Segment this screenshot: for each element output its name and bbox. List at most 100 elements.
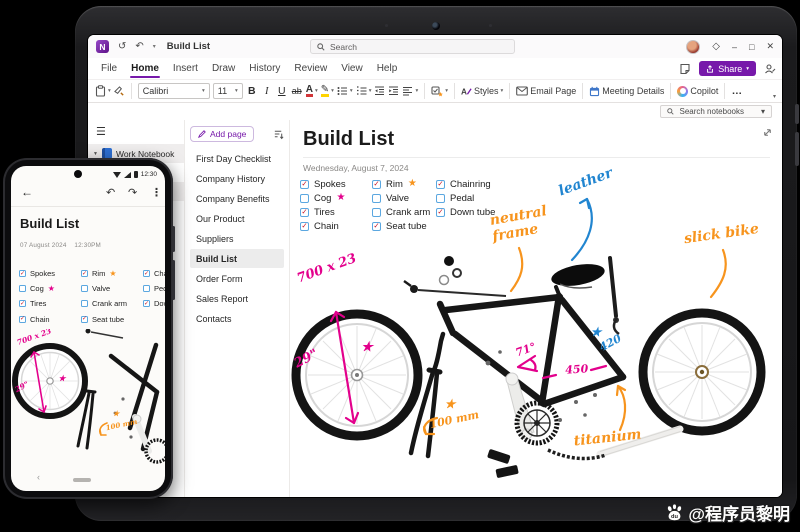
checked-checkbox[interactable]: ✓ — [300, 222, 309, 231]
unchecked-checkbox[interactable] — [372, 194, 381, 203]
onenote-app-icon[interactable]: N — [96, 40, 109, 53]
search-notebooks-input[interactable]: Search notebooks ▾ — [660, 105, 772, 118]
checked-checkbox[interactable]: ✓ — [19, 300, 26, 307]
redo-icon[interactable]: ↷ — [128, 186, 137, 199]
unchecked-checkbox[interactable] — [372, 208, 381, 217]
format-painter-icon[interactable] — [114, 86, 125, 97]
expand-page-icon[interactable] — [762, 127, 773, 138]
unchecked-checkbox[interactable] — [300, 194, 309, 203]
unchecked-checkbox[interactable] — [19, 285, 26, 292]
checklist-item[interactable]: ✓Tires — [300, 205, 370, 219]
checklist-item[interactable]: ✓Chainring — [436, 177, 506, 191]
search-input[interactable]: Search — [310, 39, 515, 54]
styles-button[interactable]: A Styles▾ — [461, 86, 503, 97]
page-list-item[interactable]: Build List — [190, 249, 284, 268]
catch-up-person-icon[interactable] — [764, 63, 776, 75]
page-list-item[interactable]: Sales Report — [190, 289, 284, 308]
back-arrow-icon[interactable]: ← — [21, 185, 33, 199]
menu-item-insert[interactable]: Insert — [166, 60, 205, 77]
unchecked-checkbox[interactable] — [143, 285, 150, 292]
checked-checkbox[interactable]: ✓ — [372, 180, 381, 189]
add-page-button[interactable]: Add page — [190, 126, 254, 142]
checked-checkbox[interactable]: ✓ — [19, 270, 26, 277]
checklist-item[interactable]: ✓Rim★ — [81, 266, 143, 281]
strikethrough-button[interactable]: ab — [291, 86, 303, 96]
numbered-list-button[interactable]: ▾ — [356, 86, 372, 96]
font-color-button[interactable]: A▾ — [306, 86, 318, 97]
email-page-button[interactable]: Email Page — [516, 86, 576, 96]
more-commands-button[interactable]: … — [731, 85, 743, 97]
decrease-indent-icon[interactable] — [374, 86, 385, 96]
tag-button[interactable]: ▾ — [431, 86, 448, 97]
bullet-list-button[interactable]: ▾ — [337, 86, 353, 96]
checklist-item[interactable]: Pedal — [436, 191, 506, 205]
checked-checkbox[interactable]: ✓ — [143, 270, 150, 277]
phone-home-pill[interactable] — [73, 478, 91, 482]
note-feed-icon[interactable] — [679, 63, 691, 75]
undo-icon[interactable]: ↶ — [106, 186, 115, 199]
checklist-item[interactable]: Valve — [372, 191, 442, 205]
menu-item-draw[interactable]: Draw — [205, 60, 242, 77]
user-avatar[interactable] — [686, 40, 700, 54]
checklist-item[interactable]: ✓Down tube — [143, 296, 165, 311]
checklist-item[interactable]: ✓Seat tube — [372, 219, 442, 233]
maximize-button[interactable]: □ — [749, 42, 754, 52]
page-list-item[interactable]: Our Product — [190, 209, 284, 228]
checklist-item[interactable]: ✓Rim★ — [372, 177, 442, 191]
menu-item-review[interactable]: Review — [287, 60, 334, 77]
phone-nav-back-icon[interactable]: ‹ — [37, 472, 40, 482]
page-list-item[interactable]: Order Form — [190, 269, 284, 288]
font-size-select[interactable]: 11▾ — [213, 83, 243, 99]
menu-item-history[interactable]: History — [242, 60, 287, 77]
checked-checkbox[interactable]: ✓ — [143, 300, 150, 307]
checklist-item[interactable]: ✓Chain — [19, 312, 81, 327]
menu-item-help[interactable]: Help — [370, 60, 405, 77]
alignment-button[interactable]: ▾ — [402, 86, 418, 96]
italic-button[interactable]: I — [261, 86, 273, 97]
ribbon-collapse-icon[interactable]: ▾ — [773, 93, 776, 100]
back-icon[interactable]: ↺ — [118, 41, 126, 52]
unchecked-checkbox[interactable] — [81, 300, 88, 307]
checklist-item[interactable]: Crank arm — [372, 205, 442, 219]
sort-icon[interactable] — [273, 129, 284, 140]
checklist-item[interactable]: ✓Down tube — [436, 205, 506, 219]
copilot-button[interactable]: Copilot — [677, 86, 718, 97]
checklist-item[interactable]: Pedal — [143, 281, 165, 296]
checked-checkbox[interactable]: ✓ — [300, 180, 309, 189]
page-list-item[interactable]: Contacts — [190, 309, 284, 328]
page-list-item[interactable]: Suppliers — [190, 229, 284, 248]
underline-button[interactable]: U — [276, 85, 288, 97]
checklist-item[interactable]: ✓Spokes — [300, 177, 370, 191]
paste-button[interactable]: ▾ — [95, 85, 111, 97]
checked-checkbox[interactable]: ✓ — [436, 180, 445, 189]
overflow-menu-icon[interactable]: ⋮ — [151, 186, 162, 199]
checked-checkbox[interactable]: ✓ — [81, 316, 88, 323]
checklist-item[interactable]: ✓Chainring — [143, 266, 165, 281]
unchecked-checkbox[interactable] — [436, 194, 445, 203]
meeting-details-button[interactable]: Meeting Details — [589, 86, 664, 97]
checklist-item[interactable]: ✓Spokes — [19, 266, 81, 281]
page-title[interactable]: Build List — [303, 128, 394, 151]
checklist-item[interactable]: ✓Tires — [19, 296, 81, 311]
bold-button[interactable]: B — [246, 85, 258, 97]
menu-item-view[interactable]: View — [334, 60, 370, 77]
checklist-item[interactable]: Cog★ — [300, 191, 370, 205]
undo-icon[interactable]: ↶ — [135, 41, 143, 52]
phone-page-title[interactable]: Build List — [20, 216, 79, 231]
checklist-item[interactable]: Cog★ — [19, 281, 81, 296]
checklist-item[interactable]: ✓Chain — [300, 219, 370, 233]
quick-access-toolbar-icon[interactable]: ▾ — [153, 43, 156, 50]
checked-checkbox[interactable]: ✓ — [19, 316, 26, 323]
page-list-item[interactable]: First Day Checklist — [190, 149, 284, 168]
checklist-item[interactable]: Valve — [81, 281, 143, 296]
checked-checkbox[interactable]: ✓ — [436, 208, 445, 217]
checklist-item[interactable]: ✓Seat tube — [81, 312, 143, 327]
unchecked-checkbox[interactable] — [81, 285, 88, 292]
page-list-item[interactable]: Company History — [190, 169, 284, 188]
hamburger-icon[interactable]: ☰ — [88, 123, 184, 144]
checked-checkbox[interactable]: ✓ — [81, 270, 88, 277]
menu-item-home[interactable]: Home — [124, 60, 166, 77]
page-list-item[interactable]: Company Benefits — [190, 189, 284, 208]
checked-checkbox[interactable]: ✓ — [300, 208, 309, 217]
close-button[interactable]: ✕ — [766, 41, 774, 52]
